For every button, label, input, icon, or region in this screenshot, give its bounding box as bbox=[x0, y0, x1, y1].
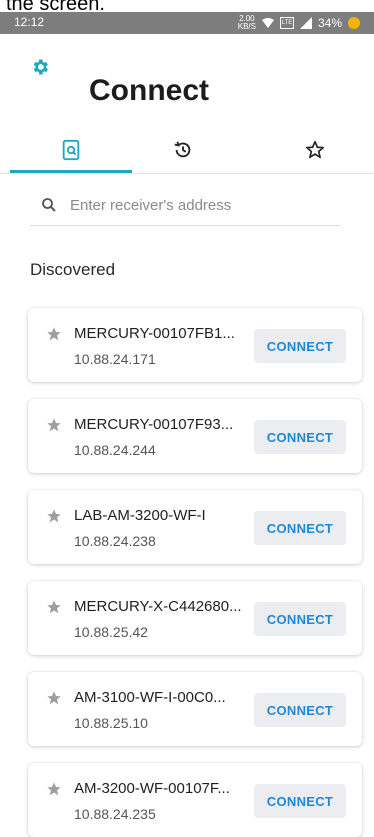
connect-button[interactable]: CONNECT bbox=[254, 693, 346, 727]
star-icon[interactable] bbox=[46, 781, 62, 797]
star-outline-icon bbox=[305, 140, 325, 159]
device-ip: 10.88.24.235 bbox=[74, 806, 156, 822]
page-title: Connect bbox=[89, 74, 209, 107]
tab-bar bbox=[0, 128, 374, 174]
device-ip: 10.88.25.42 bbox=[74, 624, 148, 640]
battery-icon bbox=[348, 17, 360, 29]
star-icon[interactable] bbox=[46, 326, 62, 342]
device-ip: 10.88.24.171 bbox=[74, 351, 156, 367]
device-card: LAB-AM-3200-WF-I 10.88.24.238 CONNECT bbox=[28, 490, 362, 564]
device-name: MERCURY-X-C442680... bbox=[74, 598, 242, 615]
device-card: MERCURY-00107F93... 10.88.24.244 CONNECT bbox=[28, 399, 362, 473]
tab-favorites[interactable] bbox=[254, 128, 374, 172]
device-card: MERCURY-X-C442680... 10.88.25.42 CONNECT bbox=[28, 581, 362, 655]
status-bar: 12:12 2.00 KB/S LTE 34% bbox=[0, 12, 374, 34]
device-name: AM-3200-WF-00107F... bbox=[74, 780, 230, 797]
caption-text: the screen. bbox=[6, 0, 105, 12]
device-card: MERCURY-00107FB1... 10.88.24.171 CONNECT bbox=[28, 308, 362, 382]
battery-percent: 34% bbox=[317, 16, 342, 30]
device-ip: 10.88.24.244 bbox=[74, 442, 156, 458]
status-icons: 2.00 KB/S LTE 34% bbox=[238, 15, 360, 31]
device-search-icon bbox=[62, 139, 80, 161]
connect-button[interactable]: CONNECT bbox=[254, 602, 346, 636]
connect-button[interactable]: CONNECT bbox=[254, 784, 346, 818]
gear-icon[interactable] bbox=[30, 57, 50, 77]
network-speed-unit: KB/S bbox=[237, 22, 256, 31]
star-icon[interactable] bbox=[46, 417, 62, 433]
connect-button[interactable]: CONNECT bbox=[254, 420, 346, 454]
wifi-icon bbox=[261, 18, 274, 28]
receiver-address-input[interactable] bbox=[68, 195, 332, 215]
search-bar[interactable] bbox=[30, 185, 340, 226]
device-name: LAB-AM-3200-WF-I bbox=[74, 507, 206, 524]
device-card: AM-3100-WF-I-00C0... 10.88.25.10 CONNECT bbox=[28, 672, 362, 746]
section-title-discovered: Discovered bbox=[30, 260, 116, 279]
network-speed: 2.00 KB/S bbox=[238, 15, 256, 31]
device-name: AM-3100-WF-I-00C0... bbox=[74, 689, 226, 706]
search-icon bbox=[42, 198, 56, 212]
connect-button[interactable]: CONNECT bbox=[254, 329, 346, 363]
star-icon[interactable] bbox=[46, 508, 62, 524]
device-name: MERCURY-00107FB1... bbox=[74, 325, 235, 342]
device-ip: 10.88.25.10 bbox=[74, 715, 148, 731]
device-ip: 10.88.24.238 bbox=[74, 533, 156, 549]
signal-icon bbox=[299, 17, 312, 29]
connect-button[interactable]: CONNECT bbox=[254, 511, 346, 545]
status-time: 12:12 bbox=[14, 15, 45, 29]
lte-icon: LTE bbox=[279, 17, 294, 29]
device-name: MERCURY-00107F93... bbox=[74, 416, 234, 433]
tab-discovered[interactable] bbox=[10, 128, 132, 172]
device-card: AM-3200-WF-00107F... 10.88.24.235 CONNEC… bbox=[28, 763, 362, 837]
tabs-divider bbox=[0, 173, 374, 174]
tab-history[interactable] bbox=[122, 128, 244, 172]
star-icon[interactable] bbox=[46, 690, 62, 706]
history-icon bbox=[174, 141, 191, 158]
star-icon[interactable] bbox=[46, 599, 62, 615]
